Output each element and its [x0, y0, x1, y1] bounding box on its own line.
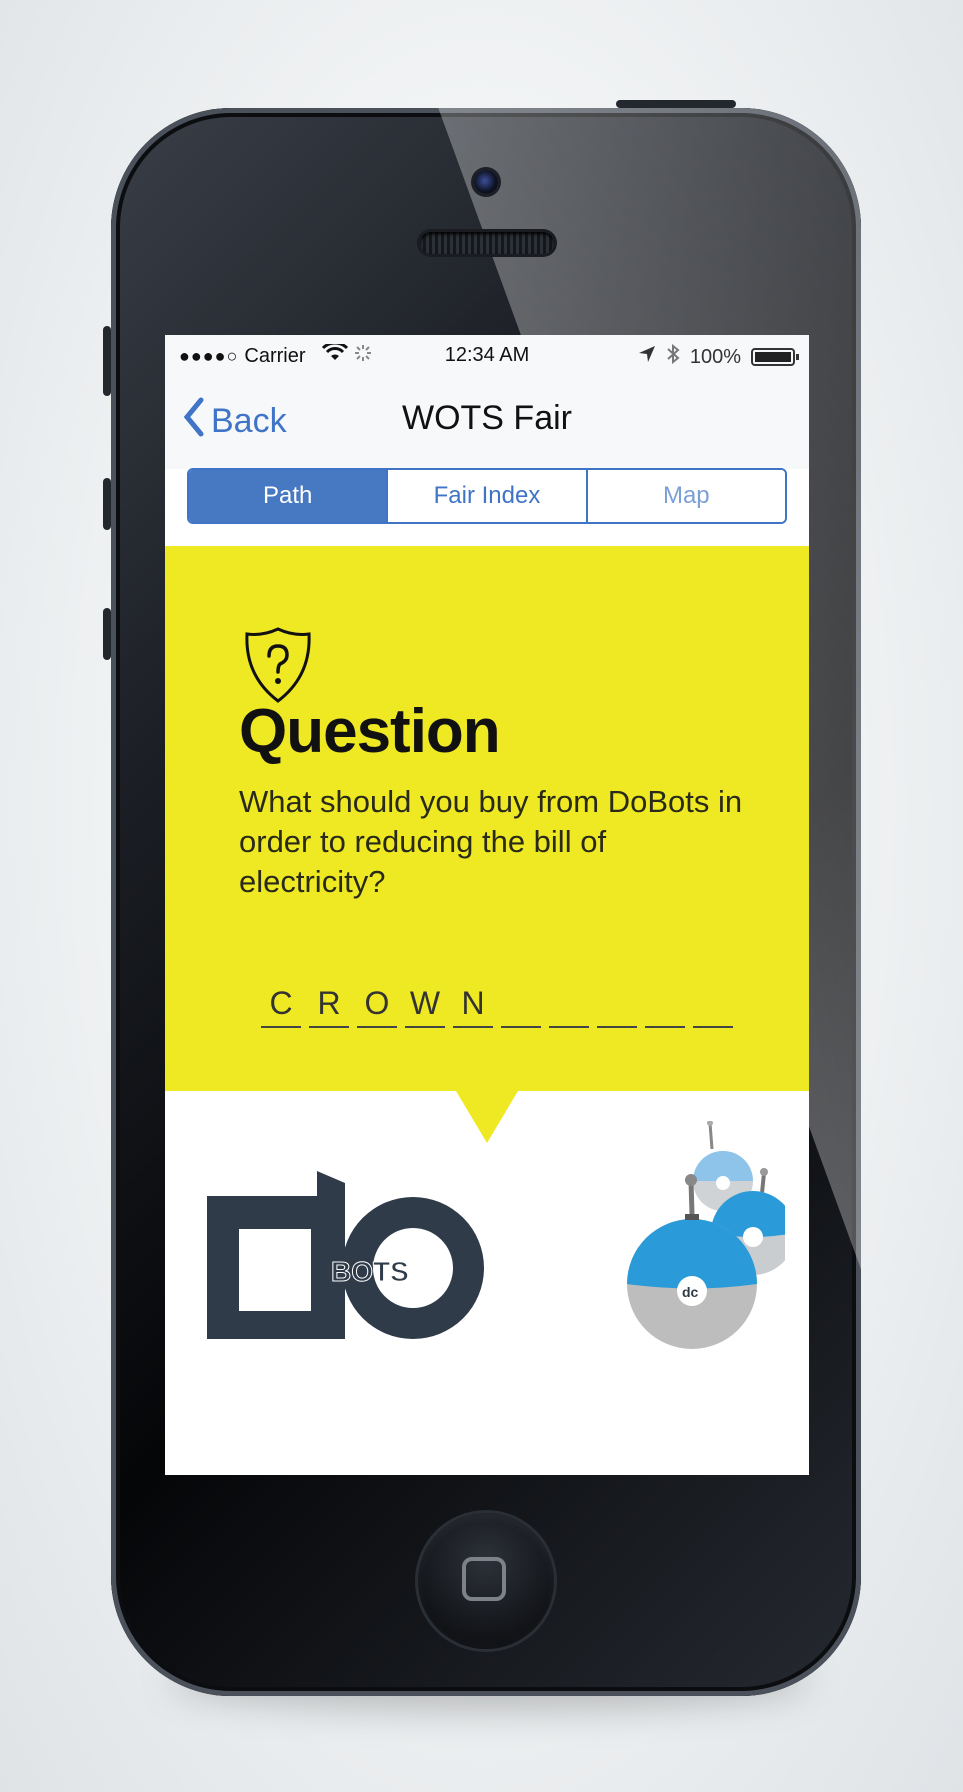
sponsor-panel: BOTS dc [165, 1091, 809, 1475]
letter-slot[interactable] [645, 982, 685, 1028]
home-button[interactable] [418, 1513, 554, 1649]
volume-up-button [103, 478, 111, 530]
dobots-logo: BOTS [207, 1171, 484, 1339]
letter-slot[interactable]: O [357, 982, 397, 1028]
letter-slot[interactable] [501, 982, 541, 1028]
letter-slot[interactable]: R [309, 982, 349, 1028]
answer-letters[interactable]: C R O W N [261, 982, 733, 1028]
letter-slot[interactable] [693, 982, 733, 1028]
mute-switch [103, 326, 111, 396]
question-title: Question [239, 697, 501, 766]
letter-slot[interactable] [549, 982, 589, 1028]
bluetooth-icon [666, 343, 680, 370]
screen: ●●●●○ Carrier 12:34 AM 100% Back WOTS Fa… [165, 335, 809, 1475]
battery-icon [751, 348, 799, 366]
letter-slot[interactable] [597, 982, 637, 1028]
status-bar: ●●●●○ Carrier 12:34 AM 100% [165, 335, 809, 375]
front-camera [474, 170, 498, 194]
letter-slot[interactable]: W [405, 982, 445, 1028]
volume-down-button [103, 608, 111, 660]
letter-slot[interactable]: N [453, 982, 493, 1028]
question-text: What should you buy from DoBots in order… [239, 784, 743, 899]
tab-map[interactable]: Map [585, 470, 785, 522]
home-square-icon [462, 1557, 506, 1601]
shield-question-icon [245, 627, 311, 703]
segmented-control: Path Fair Index Map [187, 468, 787, 524]
logo-text: BOTS [331, 1256, 409, 1287]
letter-slot[interactable]: C [261, 982, 301, 1028]
earpiece-speaker [420, 232, 554, 254]
svg-text:dc: dc [682, 1284, 699, 1300]
power-button [616, 100, 736, 108]
battery-percent: 100% [689, 345, 741, 368]
navigation-bar: Back WOTS Fair [165, 375, 809, 469]
robot-illustration: dc [627, 1121, 785, 1349]
question-panel: Question What should you buy from DoBots… [165, 546, 809, 1091]
location-arrow-icon [638, 345, 656, 369]
tab-fair-index[interactable]: Fair Index [386, 470, 586, 522]
tab-path[interactable]: Path [189, 470, 387, 522]
page-title: WOTS Fair [402, 399, 572, 437]
speech-pointer [456, 1091, 518, 1143]
